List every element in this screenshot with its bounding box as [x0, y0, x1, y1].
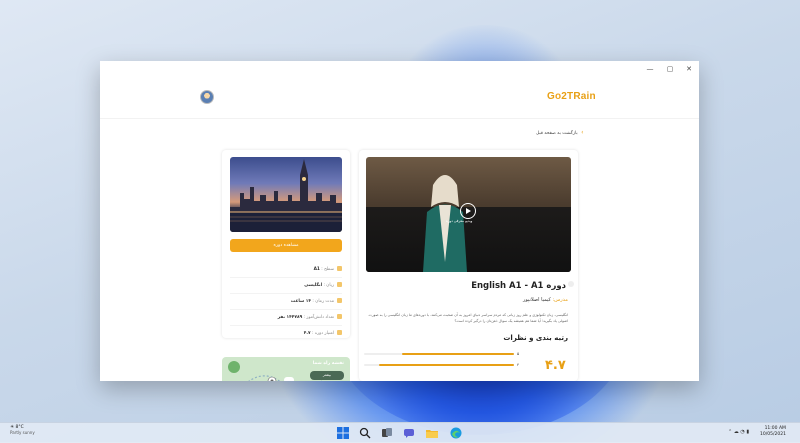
- rating-score: ۴.۷: [545, 358, 566, 373]
- rating-bar-row: ۴: [364, 361, 524, 369]
- app-window: — ▢ ✕ Go2TRain بازگشت به صفحه قبل ‹ ویدی…: [100, 61, 699, 381]
- info-value: ۴.۷: [303, 331, 311, 336]
- course-thumbnail: [230, 157, 342, 232]
- info-icon: [568, 281, 574, 287]
- course-card: ویدیو معرفی دوره دوره English A1 - A1 مد…: [359, 150, 578, 381]
- rating-bar-fill: [401, 353, 514, 355]
- info-row-students: تعداد دانش‌آموز : ۱۴۴۷۸۹ نفر: [230, 314, 342, 326]
- info-value: ۱۴۴۷۸۹ نفر: [277, 315, 303, 320]
- info-key: زبان :: [323, 283, 334, 288]
- clock-time: 11:00 AM: [764, 426, 786, 431]
- roadmap-title: نقشه راه شما: [312, 361, 344, 366]
- rating-bar-fill: [379, 364, 514, 366]
- info-row-duration: مدت زمان : ۱۴ ساعت: [230, 298, 342, 310]
- info-row-level: سطح : A1: [230, 266, 342, 278]
- rating-title: رتبه بندی و نظرات: [503, 334, 568, 342]
- close-button[interactable]: ✕: [681, 63, 697, 75]
- maximize-button[interactable]: ▢: [662, 63, 678, 75]
- chat-icon[interactable]: [403, 427, 415, 439]
- rating-bar: ۴: [364, 362, 519, 367]
- site-header: [100, 78, 699, 119]
- system-tray[interactable]: ⌃ ☁ ◔ ▮: [728, 429, 749, 435]
- rating-bar-label: ۴: [517, 362, 520, 367]
- roadmap-card[interactable]: نقشه راه شما بیشتر: [222, 357, 350, 381]
- course-video[interactable]: ویدیو معرفی دوره: [366, 157, 571, 272]
- info-value: ۱۴ ساعت: [290, 299, 311, 304]
- back-link[interactable]: بازگشت به صفحه قبل ‹: [536, 129, 584, 136]
- course-description: انگلیسی، زبان تکنولوژی و علم روز زبانی ک…: [368, 313, 568, 323]
- clock-icon: [337, 298, 342, 303]
- play-icon[interactable]: [460, 203, 476, 219]
- info-key: سطح :: [321, 267, 334, 272]
- weather-widget[interactable]: ☀ 8°C Partly sunny: [10, 425, 35, 436]
- logo-text-rest: 2TRain: [561, 91, 596, 102]
- rating-bar-row: ۵: [364, 350, 524, 358]
- taskbar: ☀ 8°C Partly sunny ⌃ ☁ ◔ ▮ 11:00 AM 10/0…: [0, 422, 800, 443]
- info-key: مدت زمان :: [312, 299, 334, 304]
- info-row-rating: امتیاز دوره : ۴.۷: [230, 330, 342, 341]
- clock[interactable]: 11:00 AM 10/05/2021: [760, 426, 786, 438]
- edge-browser-icon[interactable]: [450, 427, 462, 439]
- file-explorer-icon[interactable]: [426, 427, 438, 439]
- teacher-label: مدرس:: [552, 297, 568, 303]
- minimize-button[interactable]: —: [642, 63, 658, 75]
- info-value: انگلیسی: [304, 283, 323, 288]
- rating-bar-label: ۵: [517, 351, 520, 356]
- user-avatar[interactable]: [200, 90, 214, 104]
- info-value: A1: [313, 267, 320, 272]
- course-title: دوره English A1 - A1: [471, 281, 566, 291]
- language-icon: [337, 282, 342, 287]
- logo-text-g: G: [547, 91, 555, 102]
- rating-bar: ۵: [364, 351, 519, 356]
- site-logo[interactable]: Go2TRain: [547, 91, 596, 102]
- info-key: امتیاز دوره :: [312, 331, 334, 336]
- course-sidebar: مشاهده دوره سطح : A1 زبان : انگلیسی مدت …: [222, 150, 350, 338]
- weather-desc: Partly sunny: [10, 430, 35, 435]
- task-view-icon[interactable]: [381, 427, 393, 439]
- start-icon[interactable]: [337, 427, 349, 439]
- level-icon: [337, 266, 342, 271]
- search-icon[interactable]: [359, 427, 371, 439]
- london-skyline-image: [230, 159, 342, 232]
- teacher-line: مدرس: کیمیا اصلانپور: [523, 297, 568, 303]
- view-course-button[interactable]: مشاهده دوره: [230, 239, 342, 252]
- students-icon: [337, 314, 342, 319]
- info-row-language: زبان : انگلیسی: [230, 282, 342, 294]
- clock-date: 10/05/2021: [760, 432, 786, 437]
- video-caption: ویدیو معرفی دوره: [446, 219, 473, 223]
- view-course-label: مشاهده دوره: [273, 243, 299, 248]
- chevron-left-icon: ‹: [581, 129, 584, 136]
- teacher-name[interactable]: کیمیا اصلانپور: [523, 297, 551, 303]
- roadmap-button[interactable]: بیشتر: [310, 371, 344, 380]
- star-icon: [337, 330, 342, 335]
- info-key: تعداد دانش‌آموز :: [303, 315, 334, 320]
- back-link-label: بازگشت به صفحه قبل: [536, 131, 578, 136]
- window-titlebar: — ▢ ✕: [100, 61, 699, 78]
